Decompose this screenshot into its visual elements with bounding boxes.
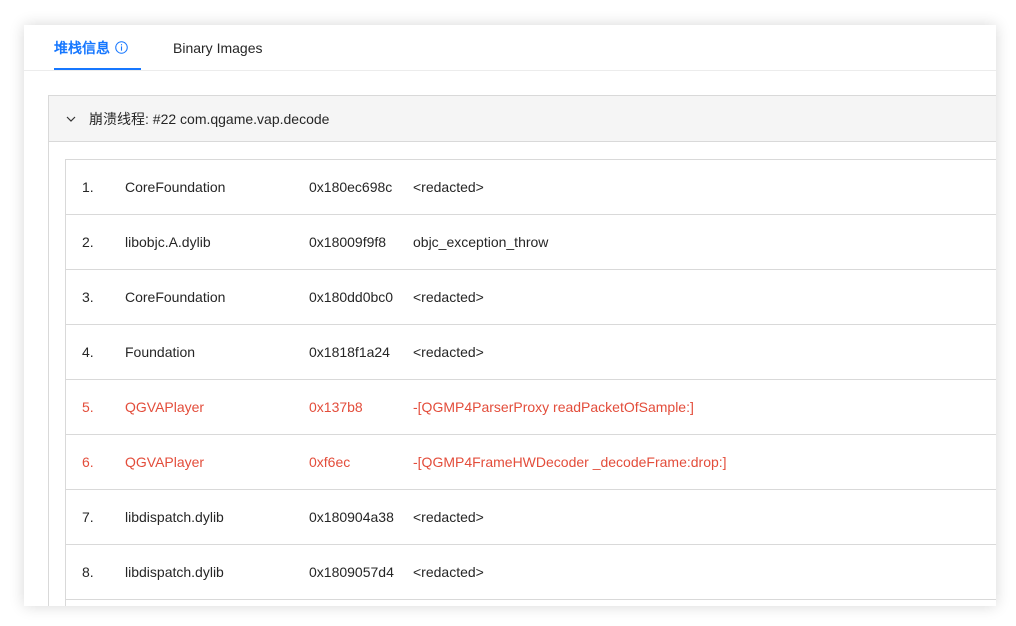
frame-index: 3. bbox=[82, 289, 94, 305]
tab-bar: 堆栈信息 Binary Images bbox=[24, 25, 996, 71]
frame-index: 1. bbox=[82, 179, 94, 195]
frame-symbol: <redacted> bbox=[413, 289, 484, 305]
stack-frame-row: 7. libdispatch.dylib 0x180904a38 <redacted> bbox=[66, 490, 996, 545]
info-icon[interactable] bbox=[115, 41, 128, 54]
crash-thread-header[interactable]: 崩溃线程: #22 com.qgame.vap.decode bbox=[49, 96, 996, 142]
frame-module: CoreFoundation bbox=[125, 289, 226, 305]
tab-binary-images[interactable]: Binary Images bbox=[173, 25, 262, 70]
frame-symbol: <redacted> bbox=[413, 179, 484, 195]
frame-address: 0x1818f1a24 bbox=[309, 344, 390, 360]
frame-index: 5. bbox=[82, 399, 94, 415]
frame-index: 6. bbox=[82, 454, 94, 470]
stack-frame-row: 4. Foundation 0x1818f1a24 <redacted> bbox=[66, 325, 996, 380]
active-tab-indicator bbox=[54, 68, 141, 70]
stack-card: 堆栈信息 Binary Images 崩溃线程: #22 com.qgame.v… bbox=[24, 25, 996, 606]
crash-thread-title: 崩溃线程: #22 com.qgame.vap.decode bbox=[89, 111, 330, 127]
stack-frame-row: 3. CoreFoundation 0x180dd0bc0 <redacted> bbox=[66, 270, 996, 325]
tab-stack-info-label: 堆栈信息 bbox=[54, 39, 110, 56]
stack-frame-row: 6. QGVAPlayer 0xf6ec -[QGMP4FrameHWDecoder … bbox=[66, 435, 996, 490]
frame-address: 0x1809057d4 bbox=[309, 564, 394, 580]
frame-index: 2. bbox=[82, 234, 94, 250]
frame-symbol: <redacted> bbox=[413, 564, 484, 580]
frame-address: 0x180904a38 bbox=[309, 509, 394, 525]
frame-module: QGVAPlayer bbox=[125, 399, 205, 415]
frame-address: 0xf6ec bbox=[309, 454, 351, 470]
frame-index: 4. bbox=[82, 344, 94, 360]
tab-binary-images-label: Binary Images bbox=[173, 39, 263, 56]
tab-stack-info[interactable]: 堆栈信息 bbox=[54, 25, 128, 70]
frame-index: 7. bbox=[82, 509, 94, 525]
stack-frame-row: 5. QGVAPlayer 0x137b8 -[QGMP4ParserProxy re… bbox=[66, 380, 996, 435]
frame-symbol: <redacted> bbox=[413, 509, 484, 525]
stack-frame-row: 1. CoreFoundation 0x180ec698c <redacted> bbox=[66, 160, 996, 215]
frame-symbol: <redacted> bbox=[413, 344, 484, 360]
frame-module: libdispatch.dylib bbox=[125, 564, 224, 580]
stack-frame-row: 2. libobjc.A.dylib 0x18009f9f8 objc_excepti… bbox=[66, 215, 996, 270]
frame-module: CoreFoundation bbox=[125, 179, 226, 195]
frame-symbol: -[QGMP4FrameHWDecoder _decodeFrame:drop:… bbox=[413, 454, 727, 470]
frame-module: libdispatch.dylib bbox=[125, 509, 224, 525]
crash-thread-panel: 崩溃线程: #22 com.qgame.vap.decode 1. CoreFou… bbox=[48, 95, 996, 606]
frame-address: 0x180ec698c bbox=[309, 179, 393, 195]
stack-frames-table: 1. CoreFoundation 0x180ec698c <redacted> 2. l… bbox=[65, 159, 996, 606]
frame-module: Foundation bbox=[125, 344, 196, 360]
frame-module: QGVAPlayer bbox=[125, 454, 205, 470]
frame-address: 0x180dd0bc0 bbox=[309, 289, 394, 305]
frame-symbol: objc_exception_throw bbox=[413, 234, 549, 250]
frame-address: 0x18009f9f8 bbox=[309, 234, 387, 250]
frame-symbol: -[QGMP4ParserProxy readPacketOfSample:] bbox=[413, 399, 694, 415]
chevron-down-icon[interactable] bbox=[65, 113, 77, 125]
stack-frame-row: 8. libdispatch.dylib 0x1809057d4 <redacted> bbox=[66, 545, 996, 600]
frame-address: 0x137b8 bbox=[309, 399, 363, 415]
frame-module: libobjc.A.dylib bbox=[125, 234, 211, 250]
frame-index: 8. bbox=[82, 564, 94, 580]
frame-index: 9. bbox=[82, 600, 94, 606]
stack-frame-row: 9. bbox=[66, 600, 996, 606]
